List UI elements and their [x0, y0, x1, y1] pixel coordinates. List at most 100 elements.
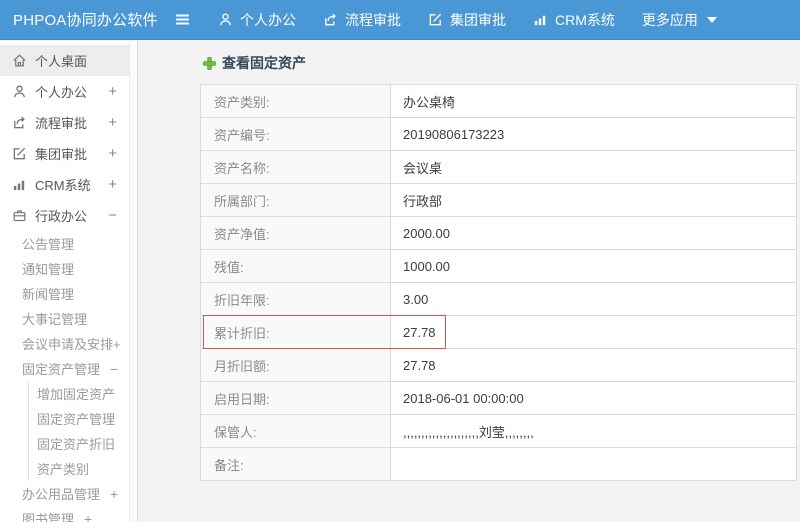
title-row: 查看固定资产	[203, 53, 800, 73]
sidebar-item-label: 流程审批	[35, 116, 88, 131]
sidebar-item[interactable]: 集团审批 +	[0, 138, 129, 169]
sidebar-item[interactable]: 固定资产管理 −	[0, 356, 129, 381]
person-icon	[218, 12, 233, 27]
field-value: 20190806173223	[390, 117, 797, 151]
sidebar-item-label: 公告管理	[22, 237, 75, 252]
hamburger-menu-icon[interactable]	[174, 11, 191, 28]
sidebar-item[interactable]: 固定资产管理	[28, 406, 129, 431]
share-icon	[323, 12, 338, 27]
field-label: 所属部门:	[200, 183, 391, 217]
table-row: 保管人: ,,,,,,,,,,,,,,,,,,,,,刘莹,,,,,,,,	[200, 414, 797, 448]
sidebar-item-label: 会议申请及安排+	[22, 337, 121, 352]
sidebar-item[interactable]: 办公用品管理 +	[0, 481, 129, 506]
table-row: 资产编号: 20190806173223	[200, 117, 797, 151]
top-nav-item[interactable]: CRM系统	[533, 10, 615, 30]
sidebar-item-label: CRM系统	[35, 178, 91, 193]
field-label: 资产编号:	[200, 117, 391, 151]
top-header: PHPOA协同办公软件 个人办公 流程审批 集团审批 CRM系统 更多应用	[0, 0, 800, 40]
sidebar-item[interactable]: 新闻管理	[0, 281, 129, 306]
sidebar-item-label: 个人办公	[35, 85, 88, 100]
sidebar-item[interactable]: CRM系统 +	[0, 169, 129, 200]
field-value: 3.00	[390, 282, 797, 316]
sidebar-item[interactable]: 固定资产折旧	[28, 431, 129, 456]
edit-icon	[428, 12, 443, 27]
expand-toggle-icon[interactable]: −	[110, 361, 118, 377]
table-row: 折旧年限: 3.00	[200, 282, 797, 316]
table-row: 资产名称: 会议桌	[200, 150, 797, 184]
page-title: 查看固定资产	[222, 55, 306, 71]
sidebar: 个人桌面个人办公 + 流程审批 + 集团审批 + CRM系统 + 行政办公 − 公告管理通知管理新闻…	[0, 41, 129, 522]
sidebar-item-label: 图书管理	[22, 512, 75, 522]
sidebar-item[interactable]: 资产类别	[28, 456, 129, 481]
main-content: 查看固定资产 资产类别: 办公桌椅 资产编号: 20190806173223 资产名称:…	[138, 41, 800, 522]
table-row: 备注:	[200, 447, 797, 481]
expand-toggle-icon[interactable]: −	[108, 207, 117, 224]
field-value: 2000.00	[390, 216, 797, 250]
sidebar-item[interactable]: 通知管理	[0, 256, 129, 281]
table-row: 月折旧额: 27.78	[200, 348, 797, 382]
sidebar-menu: 个人桌面个人办公 + 流程审批 + 集团审批 + CRM系统 + 行政办公 − 公告管理通知管理新闻…	[0, 41, 129, 522]
top-nav-item[interactable]: 流程审批	[323, 10, 401, 30]
sidebar-item-label: 固定资产管理	[22, 362, 101, 377]
field-label: 折旧年限:	[200, 282, 391, 316]
field-value: 27.78	[390, 315, 797, 349]
add-green-icon	[203, 56, 216, 70]
sidebar-item-label: 通知管理	[22, 262, 75, 277]
expand-toggle-icon[interactable]: +	[108, 114, 117, 131]
top-nav-item[interactable]: 集团审批	[428, 10, 506, 30]
sidebar-item-label: 集团审批	[35, 147, 88, 162]
sidebar-item[interactable]: 行政办公 −	[0, 200, 129, 231]
table-row: 累计折旧: 27.78	[200, 315, 797, 349]
expand-toggle-icon[interactable]: +	[110, 486, 118, 502]
top-nav: 个人办公 流程审批 集团审批 CRM系统 更多应用	[191, 10, 717, 30]
sidebar-scrollbar[interactable]	[129, 41, 138, 522]
sidebar-item[interactable]: 个人桌面	[0, 45, 129, 76]
field-value: 27.78	[390, 348, 797, 382]
app-logo: PHPOA协同办公软件	[13, 12, 158, 29]
home-icon	[12, 53, 27, 68]
field-value: ,,,,,,,,,,,,,,,,,,,,,刘莹,,,,,,,,	[390, 414, 797, 448]
asset-detail-table: 资产类别: 办公桌椅 资产编号: 20190806173223 资产名称: 会议桌 所属部门…	[200, 84, 797, 481]
table-row: 所属部门: 行政部	[200, 183, 797, 217]
sidebar-item[interactable]: 公告管理	[0, 231, 129, 256]
briefcase-icon	[12, 208, 27, 223]
field-value: 1000.00	[390, 249, 797, 283]
field-label: 备注:	[200, 447, 391, 481]
sidebar-item-label: 大事记管理	[22, 312, 88, 327]
app-window: PHPOA协同办公软件 个人办公 流程审批 集团审批 CRM系统 更多应用 个人桌面 个人…	[0, 0, 800, 522]
table-row: 启用日期: 2018-06-01 00:00:00	[200, 381, 797, 415]
expand-toggle-icon[interactable]: +	[108, 145, 117, 162]
sidebar-item-label: 固定资产管理	[37, 412, 116, 427]
sidebar-item[interactable]: 增加固定资产	[28, 381, 129, 406]
expand-toggle-icon[interactable]: +	[108, 176, 117, 193]
top-nav-item[interactable]: 更多应用	[642, 10, 717, 30]
sidebar-item[interactable]: 大事记管理	[0, 306, 129, 331]
sidebar-item-label: 固定资产折旧	[37, 437, 116, 452]
top-nav-item-label: 集团审批	[450, 11, 506, 28]
field-label: 残值:	[200, 249, 391, 283]
expand-toggle-icon[interactable]: +	[108, 83, 117, 100]
expand-toggle-icon[interactable]: +	[84, 511, 92, 522]
top-nav-item-label: 更多应用	[641, 11, 698, 28]
sidebar-item-label: 行政办公	[35, 209, 88, 224]
sidebar-item[interactable]: 会议申请及安排+	[0, 331, 129, 356]
field-label: 资产类别:	[200, 84, 391, 118]
sidebar-item[interactable]: 流程审批 +	[0, 107, 129, 138]
chart-icon	[533, 12, 548, 27]
field-value: 2018-06-01 00:00:00	[390, 381, 797, 415]
top-nav-item-label: 流程审批	[345, 11, 401, 28]
sidebar-item[interactable]: 个人办公 +	[0, 76, 129, 107]
edit-icon	[12, 146, 27, 161]
sidebar-item-label: 增加固定资产	[37, 387, 116, 402]
field-value: 办公桌椅	[390, 84, 797, 118]
sidebar-item[interactable]: 图书管理 +	[0, 506, 129, 522]
sidebar-item-label: 资产类别	[37, 462, 90, 477]
sidebar-item-label: 办公用品管理	[22, 487, 101, 502]
field-value: 会议桌	[390, 150, 797, 184]
sidebar-item-label: 新闻管理	[22, 287, 75, 302]
top-nav-item-label: 个人办公	[240, 11, 296, 28]
asset-detail-tbody: 资产类别: 办公桌椅 资产编号: 20190806173223 资产名称: 会议桌 所属部门…	[200, 84, 797, 481]
field-label: 累计折旧:	[200, 315, 391, 349]
top-nav-item[interactable]: 个人办公	[218, 10, 296, 30]
person-icon	[12, 84, 27, 99]
